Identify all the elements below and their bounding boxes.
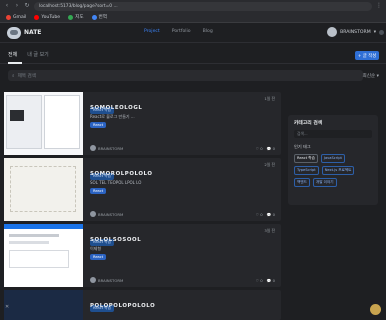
app: NATE Project Portfolio Blog BRAINSTORM ▾… (0, 23, 386, 320)
tab-all[interactable]: 전체 (8, 51, 17, 58)
post-tag-badge[interactable]: React (90, 122, 107, 128)
post-stats: ♡ 0 💬 0 (255, 212, 275, 217)
bookmark-maps[interactable]: 지도 (68, 14, 84, 20)
sort-dropdown[interactable]: 최신순 ▾ (363, 73, 379, 79)
floating-action-button[interactable] (370, 304, 381, 315)
post-date: 1일 전 (264, 96, 275, 101)
post-excerpt: SOL TEL TEOPOL LPOL LO (90, 180, 142, 185)
post-thumbnail (4, 158, 83, 221)
post-card[interactable]: React 학습 POLOPOLOPOLOLO (4, 290, 281, 320)
tag-chip[interactable]: TypeScript (294, 166, 319, 175)
post-title[interactable]: SOLOLSOSOOL (90, 237, 141, 243)
menu-dots-icon[interactable]: ⋮ (376, 3, 382, 9)
sidebar-heading: 카테고리 검색 (294, 121, 323, 126)
post-excerpt: 이제형 (90, 246, 102, 251)
post-card[interactable]: React 학습 1일 전 SOMOLEOLOGL React로 블로그 만들기… (4, 92, 281, 155)
post-author: BRAINSTORM (90, 211, 123, 217)
post-card[interactable]: React 학습 2일 전 SOMOROLPOLOLO SOL TEL TEOP… (4, 158, 281, 221)
avatar (90, 211, 96, 217)
write-post-button[interactable]: + 글 작성 (355, 51, 379, 60)
tag-list: React 학습 JavaScript TypeScript Next.js 프… (294, 154, 372, 187)
logo[interactable]: NATE (7, 26, 41, 39)
avatar (327, 27, 338, 37)
post-author: BRAINSTORM (90, 145, 123, 151)
post-author: BRAINSTORM (90, 277, 123, 283)
post-excerpt: React로 블로그 만들기 ... (90, 114, 135, 119)
forward-icon[interactable]: › (14, 3, 20, 9)
search-input[interactable]: 제목 검색 (18, 73, 36, 79)
category-search-input[interactable]: 검색... (294, 130, 372, 138)
main-menu: Project Portfolio Blog (144, 29, 213, 34)
post-thumbnail (4, 224, 83, 287)
post-tag-badge[interactable]: React (90, 188, 107, 194)
tags-heading: 인기 태그 (294, 144, 311, 149)
post-thumbnail (4, 92, 83, 155)
menu-project[interactable]: Project (144, 29, 160, 34)
search-icon: ⌕ (12, 73, 15, 79)
mute-icon[interactable]: ✕ (5, 304, 9, 310)
url-row: ‹ › ↻ localhost:5173/blog/page?sort=0 ..… (0, 0, 386, 12)
bookmarks-bar: Gmail YouTube 지도 번역 (0, 12, 386, 23)
tag-chip[interactable]: 개발 이야기 (312, 178, 337, 187)
back-icon[interactable]: ‹ (4, 3, 10, 9)
gmail-icon (6, 14, 11, 20)
chevron-down-icon: ▾ (373, 29, 376, 35)
post-tag-badge[interactable]: React (90, 254, 107, 260)
bookmark-gmail[interactable]: Gmail (6, 14, 26, 20)
menu-blog[interactable]: Blog (203, 29, 213, 34)
category-sidebar: 카테고리 검색 검색... 인기 태그 React 학습 JavaScript … (288, 115, 378, 205)
menu-portfolio[interactable]: Portfolio (172, 29, 191, 34)
post-stats: ♡ 0 💬 0 (255, 146, 275, 151)
search-bar[interactable]: ⌕ 제목 검색 (8, 70, 363, 81)
user-menu[interactable]: BRAINSTORM ▾ (327, 27, 376, 37)
post-title[interactable]: SOMOROLPOLOLO (90, 171, 153, 177)
tag-chip[interactable]: Next.js 프로젝트 (321, 166, 355, 175)
translate-icon (91, 14, 97, 20)
active-tab-indicator (8, 62, 22, 64)
post-title[interactable]: POLOPOLOPOLOLO (90, 303, 155, 309)
avatar (90, 277, 96, 283)
browser-chrome: ‹ › ↻ localhost:5173/blog/page?sort=0 ..… (0, 0, 386, 23)
avatar (90, 145, 96, 151)
divider (0, 63, 386, 64)
post-date: 2일 전 (264, 162, 275, 167)
post-title[interactable]: SOMOLEOLOGL (90, 105, 142, 111)
tag-chip[interactable]: React 학습 (294, 154, 318, 163)
tag-chip[interactable]: JavaScript (320, 154, 345, 163)
reload-icon[interactable]: ↻ (24, 3, 30, 9)
post-stats: ♡ 0 💬 0 (255, 278, 275, 283)
tab-my-posts[interactable]: 내 글 보기 (27, 51, 49, 58)
notification-icon[interactable] (379, 30, 384, 35)
sub-tabs: 전체 내 글 보기 (8, 51, 49, 58)
post-date: 3일 전 (264, 228, 275, 233)
maps-icon (68, 14, 74, 20)
tag-chip[interactable]: 백엔드 (294, 178, 310, 187)
post-card[interactable]: React 학습 3일 전 SOLOLSOSOOL 이제형 React BRAI… (4, 224, 281, 287)
top-nav: NATE Project Portfolio Blog BRAINSTORM ▾ (0, 23, 386, 43)
bookmark-youtube[interactable]: YouTube (34, 14, 60, 20)
post-thumbnail (4, 290, 83, 320)
bookmark-translate[interactable]: 번역 (91, 14, 107, 20)
address-bar[interactable]: localhost:5173/blog/page?sort=0 ... (34, 1, 372, 11)
logo-icon (7, 26, 21, 39)
youtube-icon (34, 14, 40, 20)
